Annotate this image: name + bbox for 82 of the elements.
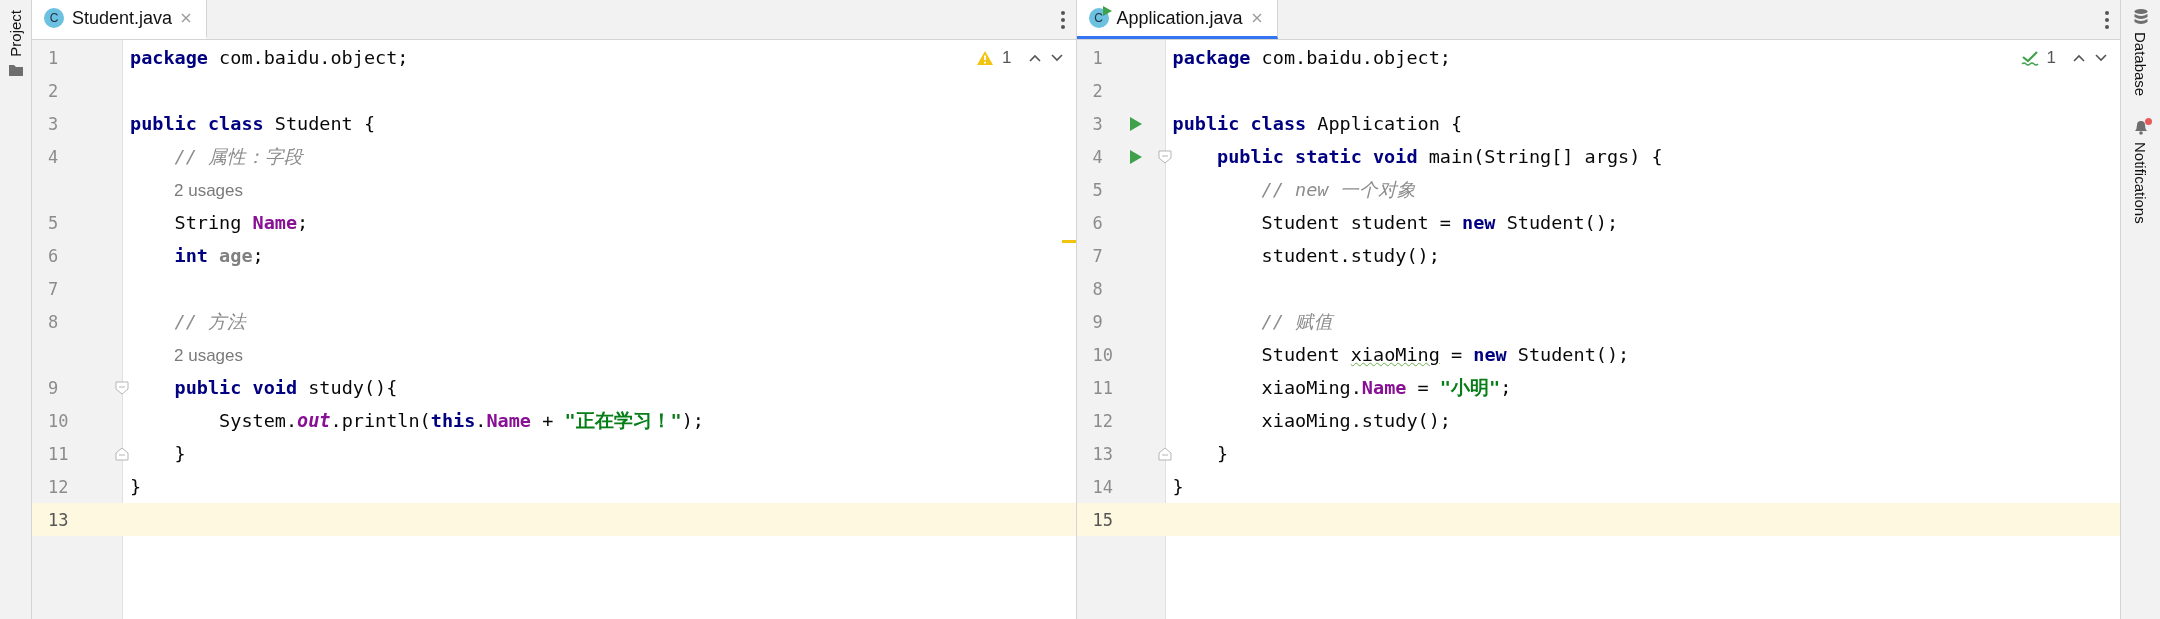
- tool-window-button[interactable]: Notifications: [2132, 116, 2149, 226]
- code-line: xiaoMing.Name = "小明";: [1260, 376, 1512, 400]
- line-number: 1: [1092, 47, 1104, 68]
- line-number: 6: [1092, 212, 1104, 233]
- line-number: 2: [48, 80, 60, 101]
- code-line: // 方法: [173, 310, 246, 334]
- chevron-up-icon[interactable]: [1027, 53, 1042, 63]
- code-line: }: [1216, 443, 1229, 464]
- line-number: 15: [1092, 509, 1114, 530]
- code-line: // new 一个对象: [1260, 178, 1416, 202]
- code-line: public class Application {: [1172, 113, 1463, 134]
- editor-tab[interactable]: C Application.java: [1076, 0, 1278, 39]
- line-number: 3: [48, 113, 60, 134]
- fold-icon[interactable]: [115, 446, 129, 461]
- checkmark-icon[interactable]: [2020, 50, 2039, 66]
- problem-count: 1: [2046, 48, 2056, 68]
- code-line: public void study(){: [173, 377, 398, 398]
- line-number: 5: [48, 212, 60, 233]
- more-options-icon[interactable]: [2104, 9, 2110, 30]
- code-line: student.study();: [1260, 245, 1440, 266]
- database-icon: [2132, 8, 2149, 26]
- line-number: 11: [48, 443, 70, 464]
- bell-icon: [2132, 118, 2149, 137]
- close-icon[interactable]: [1250, 12, 1263, 24]
- line-number: 12: [48, 476, 70, 497]
- line-number: 14: [1092, 476, 1114, 497]
- code-line: }: [173, 443, 186, 464]
- code-line: }: [1172, 476, 1184, 497]
- line-number: 12: [1092, 410, 1114, 431]
- chevron-up-icon[interactable]: [2072, 53, 2086, 63]
- line-number: 9: [48, 377, 60, 398]
- more-options-icon[interactable]: [1059, 9, 1066, 30]
- code-line: System.out.println(this.Name + "正在学习！");: [218, 409, 704, 433]
- line-number: 11: [1092, 377, 1114, 398]
- line-number: 8: [48, 311, 60, 332]
- line-number: 5: [1092, 179, 1104, 200]
- folder-icon: [7, 62, 24, 77]
- class-icon: C: [44, 8, 64, 28]
- code-line: // 赋值: [1260, 310, 1334, 334]
- run-icon[interactable]: [1128, 115, 1143, 132]
- problem-count: 1: [1002, 48, 1012, 68]
- fold-icon[interactable]: [1157, 149, 1172, 164]
- code-line: package com.baidu.object;: [1172, 47, 1451, 68]
- chevron-down-icon[interactable]: [2094, 53, 2108, 63]
- line-number: 13: [48, 509, 70, 530]
- close-icon[interactable]: [180, 12, 193, 24]
- code-line: package com.baidu.object;: [130, 47, 409, 68]
- fold-icon[interactable]: [115, 380, 129, 395]
- line-number: 1: [48, 47, 60, 68]
- line-number: 4: [1092, 146, 1104, 167]
- line-number: 13: [1092, 443, 1114, 464]
- class-icon: C: [1088, 8, 1109, 28]
- fold-icon[interactable]: [1157, 446, 1172, 461]
- line-number: 4: [48, 146, 60, 167]
- tool-window-button[interactable]: Database: [2132, 6, 2149, 99]
- run-badge-icon: [1102, 6, 1112, 16]
- line-number: 3: [1092, 113, 1104, 134]
- line-number: 2: [1092, 80, 1104, 101]
- warning-stripe-mark[interactable]: [1061, 240, 1076, 243]
- code-line: // 属性：字段: [173, 145, 303, 169]
- run-icon[interactable]: [1128, 148, 1143, 165]
- line-number: 10: [1092, 344, 1114, 365]
- line-number: 7: [48, 278, 60, 299]
- code-line: String Name;: [173, 212, 309, 233]
- usages-hint[interactable]: 2 usages: [174, 180, 243, 200]
- warning-icon[interactable]: [976, 50, 995, 66]
- project-tool-button[interactable]: Project: [7, 8, 24, 79]
- code-line: int age;: [173, 245, 264, 266]
- code-line: xiaoMing.study();: [1260, 410, 1451, 431]
- line-number: 8: [1092, 278, 1104, 299]
- code-line: public class Student {: [130, 113, 376, 134]
- code-line: public static void main(String[] args) {: [1216, 146, 1663, 167]
- line-number: 6: [48, 245, 60, 266]
- editor-tab[interactable]: C Student.java: [32, 0, 208, 39]
- code-line: Student xiaoMing = new Student();: [1260, 344, 1630, 365]
- line-number: 7: [1092, 245, 1104, 266]
- chevron-down-icon[interactable]: [1049, 53, 1064, 63]
- code-line: Student student = new Student();: [1260, 212, 1619, 233]
- code-line: }: [130, 476, 142, 497]
- line-number: 9: [1092, 311, 1104, 332]
- line-number: 10: [48, 410, 70, 431]
- usages-hint[interactable]: 2 usages: [174, 345, 243, 365]
